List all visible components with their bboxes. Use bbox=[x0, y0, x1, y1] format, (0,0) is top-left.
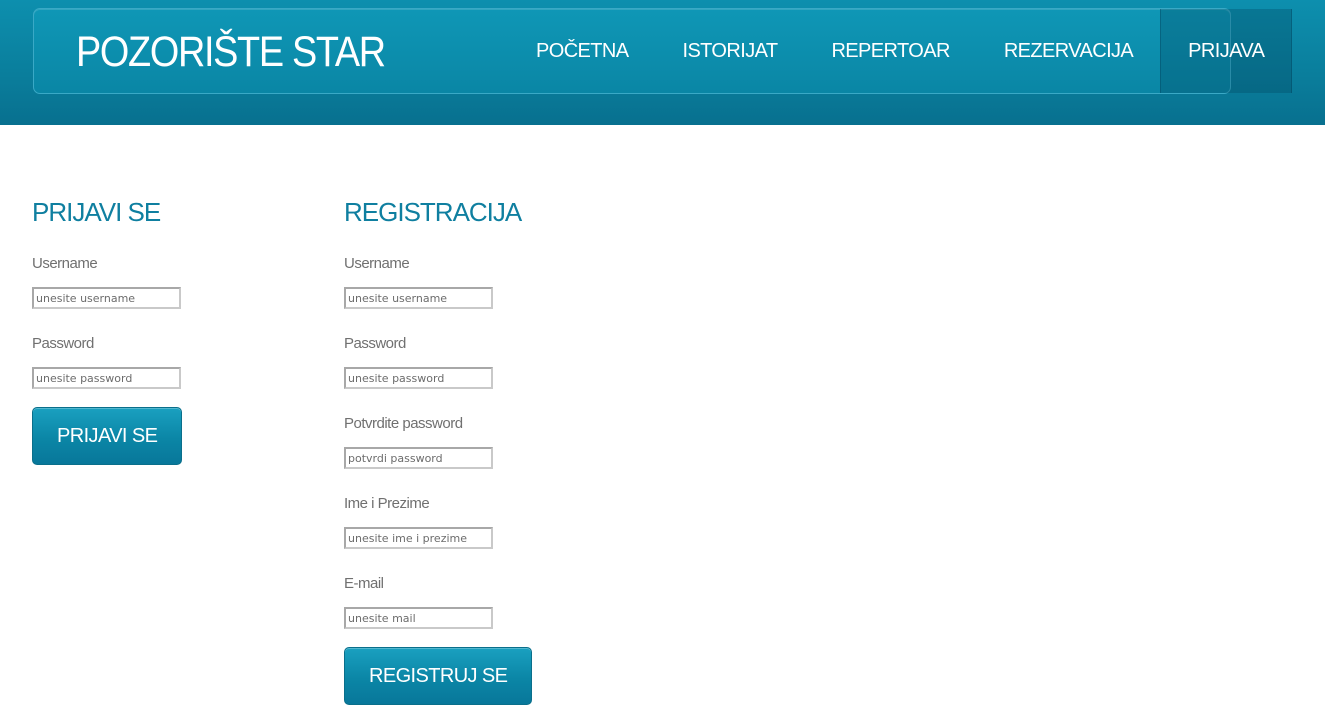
login-password-label: Password bbox=[32, 335, 94, 352]
login-username-label: Username bbox=[32, 255, 98, 272]
menu-item-istorijat[interactable]: ISTORIJAT bbox=[655, 9, 804, 93]
register-name-label: Ime i Prezime bbox=[344, 495, 430, 512]
menu-item-prijava[interactable]: PRIJAVA bbox=[1160, 9, 1293, 93]
login-password-input[interactable] bbox=[32, 367, 181, 389]
register-section: REGISTRACIJA Username Password Potvrdite… bbox=[344, 195, 533, 705]
register-button[interactable]: REGISTRUJ SE bbox=[344, 647, 533, 705]
register-email-input[interactable] bbox=[344, 607, 493, 629]
register-username-label: Username bbox=[344, 255, 410, 272]
login-username-input[interactable] bbox=[32, 287, 181, 309]
register-password-label: Password bbox=[344, 335, 406, 352]
login-button[interactable]: PRIJAVI SE bbox=[32, 407, 183, 465]
menu-item-pocetna[interactable]: POČETNA bbox=[509, 9, 655, 93]
menu-item-rezervacija[interactable]: REZERVACIJA bbox=[977, 9, 1160, 93]
register-email-label: E-mail bbox=[344, 575, 384, 592]
register-title: REGISTRACIJA bbox=[344, 197, 522, 227]
register-username-input[interactable] bbox=[344, 287, 493, 309]
main-menu: POČETNA ISTORIJAT REPERTOAR REZERVACIJA … bbox=[509, 9, 1293, 93]
login-section: PRIJAVI SE Username Password PRIJAVI SE bbox=[32, 195, 183, 465]
site-header: POZORIŠTE STAR POČETNA ISTORIJAT REPERTO… bbox=[0, 0, 1325, 125]
register-confirm-label: Potvrdite password bbox=[344, 415, 463, 432]
menu-item-repertoar[interactable]: REPERTOAR bbox=[804, 9, 976, 93]
register-confirm-input[interactable] bbox=[344, 447, 493, 469]
navbar: POZORIŠTE STAR POČETNA ISTORIJAT REPERTO… bbox=[33, 8, 1293, 94]
register-password-input[interactable] bbox=[344, 367, 493, 389]
register-name-input[interactable] bbox=[344, 527, 493, 549]
login-title: PRIJAVI SE bbox=[32, 197, 161, 227]
site-logo-text[interactable]: POZORIŠTE STAR bbox=[76, 27, 386, 77]
